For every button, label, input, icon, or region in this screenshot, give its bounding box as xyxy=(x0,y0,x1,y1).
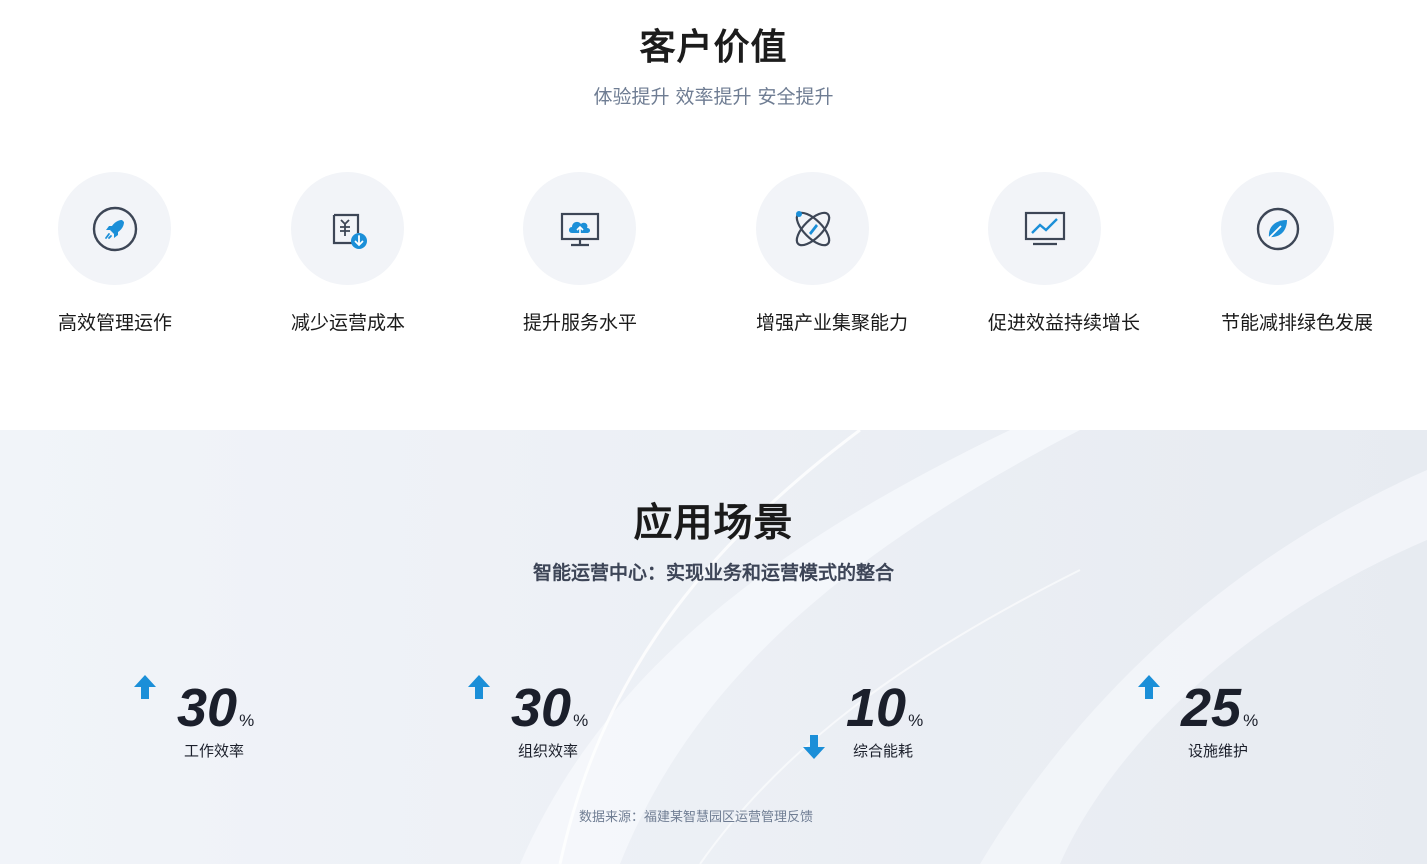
rocket-icon xyxy=(92,206,137,251)
data-source-note: 数据来源：福建某智慧园区运营管理反馈 xyxy=(578,810,813,825)
value-item-icon-circle xyxy=(523,172,636,285)
value-item-label: 增强产业集聚能力 xyxy=(756,312,909,334)
value-item-icon-circle xyxy=(756,172,869,285)
value-item-label: 节能减排绿色发展 xyxy=(1221,312,1374,334)
value-item-label: 高效管理运作 xyxy=(58,312,173,334)
cloud-upload-monitor-icon xyxy=(560,212,599,246)
arrow-up-icon xyxy=(134,675,156,699)
stat-caption: 设施维护 xyxy=(1188,742,1249,760)
customer-value-list: 高效管理运作 减少运营成本 提升服务水平 增强产业集聚能力 促进效益持续增长 节… xyxy=(0,172,1427,352)
stat-caption: 工作效率 xyxy=(184,742,245,760)
leaf-icon xyxy=(1256,207,1299,250)
value-item-label: 促进效益持续增长 xyxy=(988,312,1141,334)
value-item-reduce-cost[interactable]: 减少运营成本 xyxy=(291,172,491,342)
value-item-industry-clustering[interactable]: 增强产业集聚能力 xyxy=(756,172,956,342)
atom-orbit-icon xyxy=(795,210,830,246)
arrow-up-icon xyxy=(1138,675,1160,699)
customer-value-title: 客户价值 xyxy=(639,27,788,68)
arrow-up-icon xyxy=(468,675,490,699)
value-item-icon-circle xyxy=(1221,172,1334,285)
customer-value-section: 客户价值 体验提升 效率提升 安全提升 高效管理运作 减少运营成本 提升服务水平… xyxy=(0,0,1427,430)
arrow-down-icon xyxy=(803,735,825,759)
value-item-icon-circle xyxy=(58,172,171,285)
value-item-efficient-management[interactable]: 高效管理运作 xyxy=(58,172,258,342)
stat-organization-efficiency: 30% 组织效率 xyxy=(467,670,667,770)
value-item-icon-circle xyxy=(291,172,404,285)
growth-chart-icon xyxy=(1024,211,1065,245)
cost-reduction-icon xyxy=(332,213,367,249)
application-scenario-title: 应用场景 xyxy=(633,501,794,546)
stat-caption: 综合能耗 xyxy=(853,742,914,760)
value-item-label: 减少运营成本 xyxy=(291,312,406,334)
stat-caption: 组织效率 xyxy=(518,742,579,760)
customer-value-subtitle: 体验提升 效率提升 安全提升 xyxy=(593,86,834,108)
value-item-improve-service[interactable]: 提升服务水平 xyxy=(523,172,723,342)
stat-work-efficiency: 30% 工作效率 xyxy=(133,670,333,770)
stat-energy-consumption: 10% 综合能耗 xyxy=(802,670,1002,770)
value-item-icon-circle xyxy=(988,172,1101,285)
value-item-label: 提升服务水平 xyxy=(523,312,638,334)
value-item-sustained-growth[interactable]: 促进效益持续增长 xyxy=(988,172,1188,342)
value-item-green-development[interactable]: 节能减排绿色发展 xyxy=(1221,172,1421,342)
stat-facility-maintenance: 25% 设施维护 xyxy=(1137,670,1337,770)
application-scenario-subtitle: 智能运营中心：实现业务和运营模式的整合 xyxy=(532,562,894,584)
application-scenario-section: 应用场景 智能运营中心：实现业务和运营模式的整合 30% 工作效率 30% 组织… xyxy=(0,430,1427,864)
